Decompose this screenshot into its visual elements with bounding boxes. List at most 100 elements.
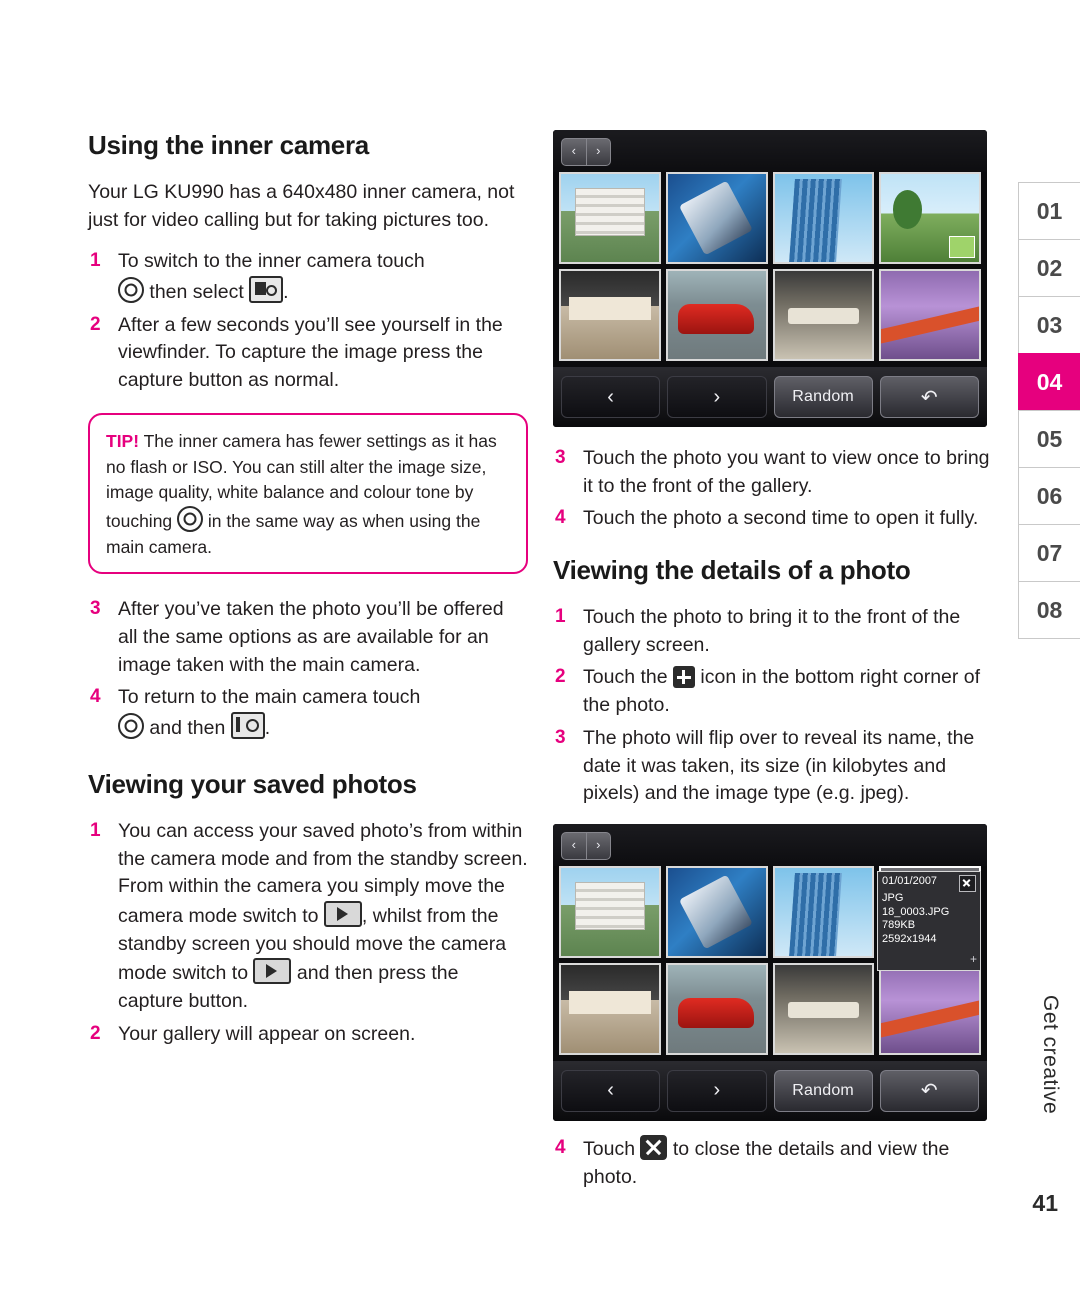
random-label: Random — [792, 1081, 854, 1099]
step-text: To switch to the inner camera touch — [118, 250, 425, 273]
list-item: 4 Touch to close the details and view th… — [553, 1134, 993, 1191]
thumbnail-photo-tower[interactable] — [772, 172, 875, 264]
step-text-cont: then select — [149, 281, 244, 304]
photo-dimensions: 2592x1944 — [882, 933, 937, 946]
thumbnail-photo-tree[interactable] — [879, 172, 981, 264]
gallery-thumbnail-grid — [553, 172, 987, 361]
nav-next-icon[interactable]: › — [587, 833, 611, 859]
thumbnail-photo-tower[interactable] — [772, 865, 875, 958]
inner-camera-icon — [249, 276, 284, 304]
list-item: 3 The photo will flip over to reveal its… — [553, 725, 993, 808]
list-item: 4 To return to the main camera touch and… — [88, 684, 528, 742]
gallery-forward-button[interactable]: › — [667, 1069, 767, 1112]
step-number: 4 — [555, 507, 566, 529]
random-label: Random — [792, 388, 854, 405]
tab-02[interactable]: 02 — [1018, 239, 1080, 296]
step-number: 2 — [555, 666, 566, 688]
forward-arrow-icon: › — [713, 385, 721, 408]
list-item: 2 Touch the icon in the bottom right cor… — [553, 664, 993, 719]
gallery-screenshot-1: ‹ › ‹ › Random ↶ — [553, 130, 987, 427]
list-item: 4 Touch the photo a second time to open … — [553, 505, 993, 533]
camera-mode-photo-icon — [323, 900, 362, 927]
list-item: 2 Your gallery will appear on screen. — [88, 1021, 528, 1049]
gallery-titlebar: ‹ › — [553, 823, 987, 866]
close-icon[interactable] — [959, 874, 976, 892]
thumbnail-photo-dining[interactable] — [772, 962, 875, 1055]
tab-03[interactable]: 03 — [1018, 296, 1080, 353]
thumbnail-photo-phone[interactable] — [665, 865, 768, 958]
page-root: Using the inner camera Your LG KU990 has… — [0, 0, 1080, 1295]
list-item: 1 You can access your saved photo’s from… — [88, 818, 528, 1016]
detail-steps: 1 Touch the photo to bring it to the fro… — [553, 604, 993, 808]
step-number: 3 — [555, 447, 566, 468]
list-item: 2 After a few seconds you’ll see yoursel… — [88, 312, 528, 395]
tab-04[interactable]: 04 — [1018, 353, 1080, 410]
gallery-return-button[interactable]: ↶ — [879, 1069, 979, 1112]
step-text-end: . — [283, 281, 289, 304]
back-arrow-icon: ‹ — [607, 1079, 615, 1102]
gallery-return-button[interactable]: ↶ — [879, 376, 979, 418]
close-icon — [640, 1134, 668, 1160]
thumbnail-photo-building[interactable] — [559, 172, 661, 264]
right-column: ‹ › ‹ › Random ↶ 3 Touch the photo you w… — [553, 130, 993, 1196]
settings-gear-icon — [118, 277, 144, 304]
camera-mode-photo-icon — [253, 958, 292, 985]
step-number: 3 — [555, 726, 566, 748]
step-number: 1 — [555, 606, 566, 628]
thumbnail-photo-blossom[interactable] — [879, 269, 981, 361]
tab-01[interactable]: 01 — [1018, 182, 1080, 239]
step-text: Touch the photo a second time to open it… — [583, 507, 979, 530]
photo-filesize: 789KB — [882, 919, 916, 932]
tab-07[interactable]: 07 — [1018, 524, 1080, 581]
nav-prev-icon[interactable]: ‹ — [562, 832, 587, 859]
plus-icon — [672, 666, 695, 689]
nav-next-icon[interactable]: › — [587, 139, 611, 165]
thumbnail-photo-phone[interactable] — [665, 172, 768, 264]
expand-plus-icon[interactable]: + — [970, 952, 977, 967]
step-text-end: . — [264, 717, 271, 740]
step-number: 1 — [90, 819, 101, 841]
gallery-random-button[interactable]: Random — [773, 1069, 873, 1112]
nav-prev-icon[interactable]: ‹ — [562, 139, 587, 165]
tip-label: TIP! — [106, 430, 140, 451]
step-text-b: to close the details and view the photo. — [583, 1137, 950, 1188]
gallery-forward-button[interactable]: › — [667, 376, 767, 418]
gallery-random-button[interactable]: Random — [773, 376, 873, 418]
gallery-screenshot-2: ‹ › 01/01/2007 JPG 18_0003.JPG 789KB 259… — [553, 823, 987, 1121]
gallery-back-button[interactable]: ‹ — [561, 376, 661, 418]
page-title-using-inner-camera: Using the inner camera — [88, 130, 369, 160]
gallery-steps: 3 Touch the photo you want to view once … — [553, 445, 993, 533]
thumbnail-photo-kitchen[interactable] — [559, 269, 661, 361]
final-step-list: 4 Touch to close the details and view th… — [553, 1134, 993, 1191]
gallery-nav-pill[interactable]: ‹ › — [561, 831, 611, 860]
tab-05[interactable]: 05 — [1018, 410, 1080, 467]
gallery-toolbar: ‹ › Random ↶ — [553, 1060, 987, 1121]
thumbnail-photo-car[interactable] — [665, 269, 768, 361]
list-item: 3 After you’ve taken the photo you’ll be… — [88, 596, 528, 679]
thumbnail-photo-blossom[interactable] — [879, 962, 981, 1055]
gallery-nav-pill[interactable]: ‹ › — [561, 138, 611, 166]
chapter-tab-strip: 01 02 03 04 05 06 07 08 — [1018, 182, 1080, 639]
tab-06[interactable]: 06 — [1018, 467, 1080, 524]
step-text: Your gallery will appear on screen. — [118, 1022, 416, 1045]
thumbnail-photo-dining[interactable] — [772, 269, 875, 361]
thumbnail-photo-building[interactable] — [559, 865, 661, 958]
tip-box: TIP! The inner camera has fewer settings… — [88, 412, 528, 575]
photo-details-panel: 01/01/2007 JPG 18_0003.JPG 789KB 2592x19… — [877, 870, 981, 971]
thumbnail-photo-car[interactable] — [665, 962, 768, 1055]
inner-camera-steps-2: 3 After you’ve taken the photo you’ll be… — [88, 596, 528, 742]
tab-08[interactable]: 08 — [1018, 581, 1080, 639]
step-number: 3 — [90, 598, 101, 620]
back-arrow-icon: ‹ — [607, 385, 615, 408]
settings-gear-icon — [177, 505, 204, 532]
intro-paragraph: Your LG KU990 has a 640x480 inner camera… — [88, 181, 515, 231]
list-item: 1 To switch to the inner camera touch th… — [88, 248, 528, 306]
forward-arrow-icon: › — [713, 1079, 721, 1102]
step-text: Touch the photo to bring it to the front… — [583, 606, 961, 656]
photo-date: 01/01/2007 — [882, 874, 938, 887]
step-text: After you’ve taken the photo you’ll be o… — [118, 598, 504, 676]
page-title-viewing-saved-photos: Viewing your saved photos — [88, 768, 417, 799]
thumbnail-photo-kitchen[interactable] — [559, 962, 661, 1055]
inner-camera-steps: 1 To switch to the inner camera touch th… — [88, 248, 528, 394]
gallery-back-button[interactable]: ‹ — [561, 1069, 661, 1112]
